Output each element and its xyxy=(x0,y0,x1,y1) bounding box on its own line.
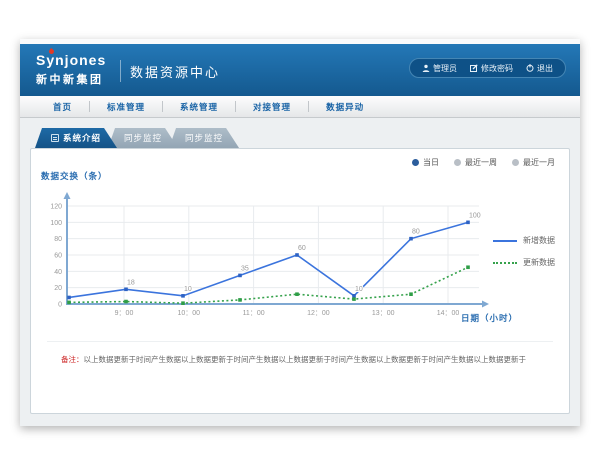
x-axis-title: 日期（小时） xyxy=(461,313,518,323)
note-divider xyxy=(47,341,553,342)
header-divider xyxy=(120,60,121,82)
point-label: 100 xyxy=(469,212,481,219)
content-panel: 当日最近一周最近一月 数据交换（条） 0204060801001209：0010… xyxy=(30,148,570,414)
point-label: 10 xyxy=(355,286,363,293)
series-marker-0 xyxy=(181,294,185,298)
x-tick-label: 10：00 xyxy=(178,310,201,317)
legend-line-sample xyxy=(493,262,517,264)
point-label: 18 xyxy=(127,279,135,286)
series-marker-1 xyxy=(352,297,356,301)
radio-dot-icon xyxy=(454,159,461,166)
brand-logo: Synjones 新中新集团 xyxy=(36,52,106,87)
series-marker-1 xyxy=(295,292,299,296)
x-tick-label: 9：00 xyxy=(115,310,134,317)
legend-label: 更新数据 xyxy=(523,257,555,268)
chart-legend: 新增数据更新数据 xyxy=(493,235,555,268)
radio-dot-icon xyxy=(512,159,519,166)
y-tick-label: 100 xyxy=(50,220,62,227)
series-marker-1 xyxy=(67,301,71,305)
power-icon xyxy=(526,64,534,72)
y-axis-arrow-icon xyxy=(64,192,71,199)
series-marker-0 xyxy=(352,294,356,298)
page-title: 数据资源中心 xyxy=(130,62,220,81)
line-chart: 0 20 40 60 80 100 120 9：00 10：00 11：00 12：00 13：00 1… xyxy=(39,177,539,332)
legend-line-sample xyxy=(493,240,517,242)
y-tick-label: 120 xyxy=(50,204,62,211)
radio-label: 当日 xyxy=(423,157,439,168)
change-password-label: 修改密码 xyxy=(481,63,513,74)
radio-option-2[interactable]: 最近一月 xyxy=(512,157,555,168)
nav-item-2[interactable]: 系统管理 xyxy=(163,101,235,113)
x-tick-label: 12：00 xyxy=(307,310,330,317)
logout-button[interactable]: 退出 xyxy=(526,63,553,74)
radio-label: 最近一月 xyxy=(523,157,555,168)
edit-icon xyxy=(470,64,478,72)
nav-item-1[interactable]: 标准管理 xyxy=(90,101,162,113)
series-marker-1 xyxy=(466,265,470,269)
tab-2[interactable]: 同步监控 xyxy=(169,128,239,148)
tab-label: 同步监控 xyxy=(124,132,162,144)
series-marker-0 xyxy=(295,253,299,257)
y-tick-label: 80 xyxy=(54,236,62,243)
radio-dot-icon xyxy=(412,159,419,166)
logo-text-en: Synjones xyxy=(36,52,106,68)
footnote-text: 以上数据更新于时间产生数据以上数据更新于时间产生数据以上数据更新于时间产生数据以… xyxy=(84,355,527,364)
series-marker-1 xyxy=(238,298,242,302)
legend-label: 新增数据 xyxy=(523,235,555,246)
time-range-filter: 当日 最近一周 最近一月 xyxy=(412,157,555,168)
y-tick-label: 0 xyxy=(58,302,62,309)
app-window: Synjones 新中新集团 数据资源中心 管理员 修改密码 xyxy=(20,39,580,426)
legend-item-0[interactable]: 新增数据 xyxy=(493,235,555,246)
tab-1[interactable]: 同步监控 xyxy=(108,128,178,148)
footnote-label: 备注： xyxy=(61,355,84,364)
series-marker-0 xyxy=(67,296,71,300)
user-toolbar: 管理员 修改密码 退出 xyxy=(409,58,566,78)
user-label: 管理员 xyxy=(433,63,457,74)
change-password-button[interactable]: 修改密码 xyxy=(470,63,513,74)
point-label: 10 xyxy=(184,286,192,293)
logout-label: 退出 xyxy=(537,63,553,74)
point-label: 35 xyxy=(241,265,249,272)
x-tick-label: 14：00 xyxy=(437,310,460,317)
series-marker-1 xyxy=(181,301,185,305)
series-marker-0 xyxy=(238,274,242,278)
tab-bar: 系统介绍 同步监控 同步监控 xyxy=(35,128,230,148)
logo-text-cn: 新中新集团 xyxy=(36,71,106,87)
user-icon xyxy=(422,64,430,72)
tab-0[interactable]: 系统介绍 xyxy=(35,128,117,148)
series-marker-0 xyxy=(409,237,413,241)
x-tick-label: 13：00 xyxy=(372,310,395,317)
point-label: 80 xyxy=(412,229,420,236)
app-header: Synjones 新中新集团 数据资源中心 管理员 修改密码 xyxy=(20,44,580,96)
y-tick-label: 20 xyxy=(54,285,62,292)
legend-item-1[interactable]: 更新数据 xyxy=(493,257,555,268)
series-marker-1 xyxy=(409,292,413,296)
y-tick-label: 40 xyxy=(54,269,62,276)
user-button[interactable]: 管理员 xyxy=(422,63,457,74)
series-marker-0 xyxy=(466,221,470,225)
page: Synjones 新中新集团 数据资源中心 管理员 修改密码 xyxy=(0,0,600,450)
radio-label: 最近一周 xyxy=(465,157,497,168)
nav-item-0[interactable]: 首页 xyxy=(36,101,89,113)
point-label: 60 xyxy=(298,245,306,252)
nav-item-3[interactable]: 对接管理 xyxy=(236,101,308,113)
tab-label: 同步监控 xyxy=(185,132,223,144)
main-nav: 首页标准管理系统管理对接管理数据异动 xyxy=(20,96,580,118)
series-marker-1 xyxy=(124,300,128,304)
footnote: 备注：以上数据更新于时间产生数据以上数据更新于时间产生数据以上数据更新于时间产生… xyxy=(61,354,551,365)
radio-option-0[interactable]: 当日 xyxy=(412,157,439,168)
radio-option-1[interactable]: 最近一周 xyxy=(454,157,497,168)
x-axis-arrow-icon xyxy=(482,301,489,308)
nav-item-4[interactable]: 数据异动 xyxy=(309,101,381,113)
series-marker-0 xyxy=(124,288,128,292)
y-tick-label: 60 xyxy=(54,253,62,260)
document-icon xyxy=(51,134,59,142)
x-tick-label: 11：00 xyxy=(243,310,265,317)
tab-label: 系统介绍 xyxy=(63,132,101,144)
